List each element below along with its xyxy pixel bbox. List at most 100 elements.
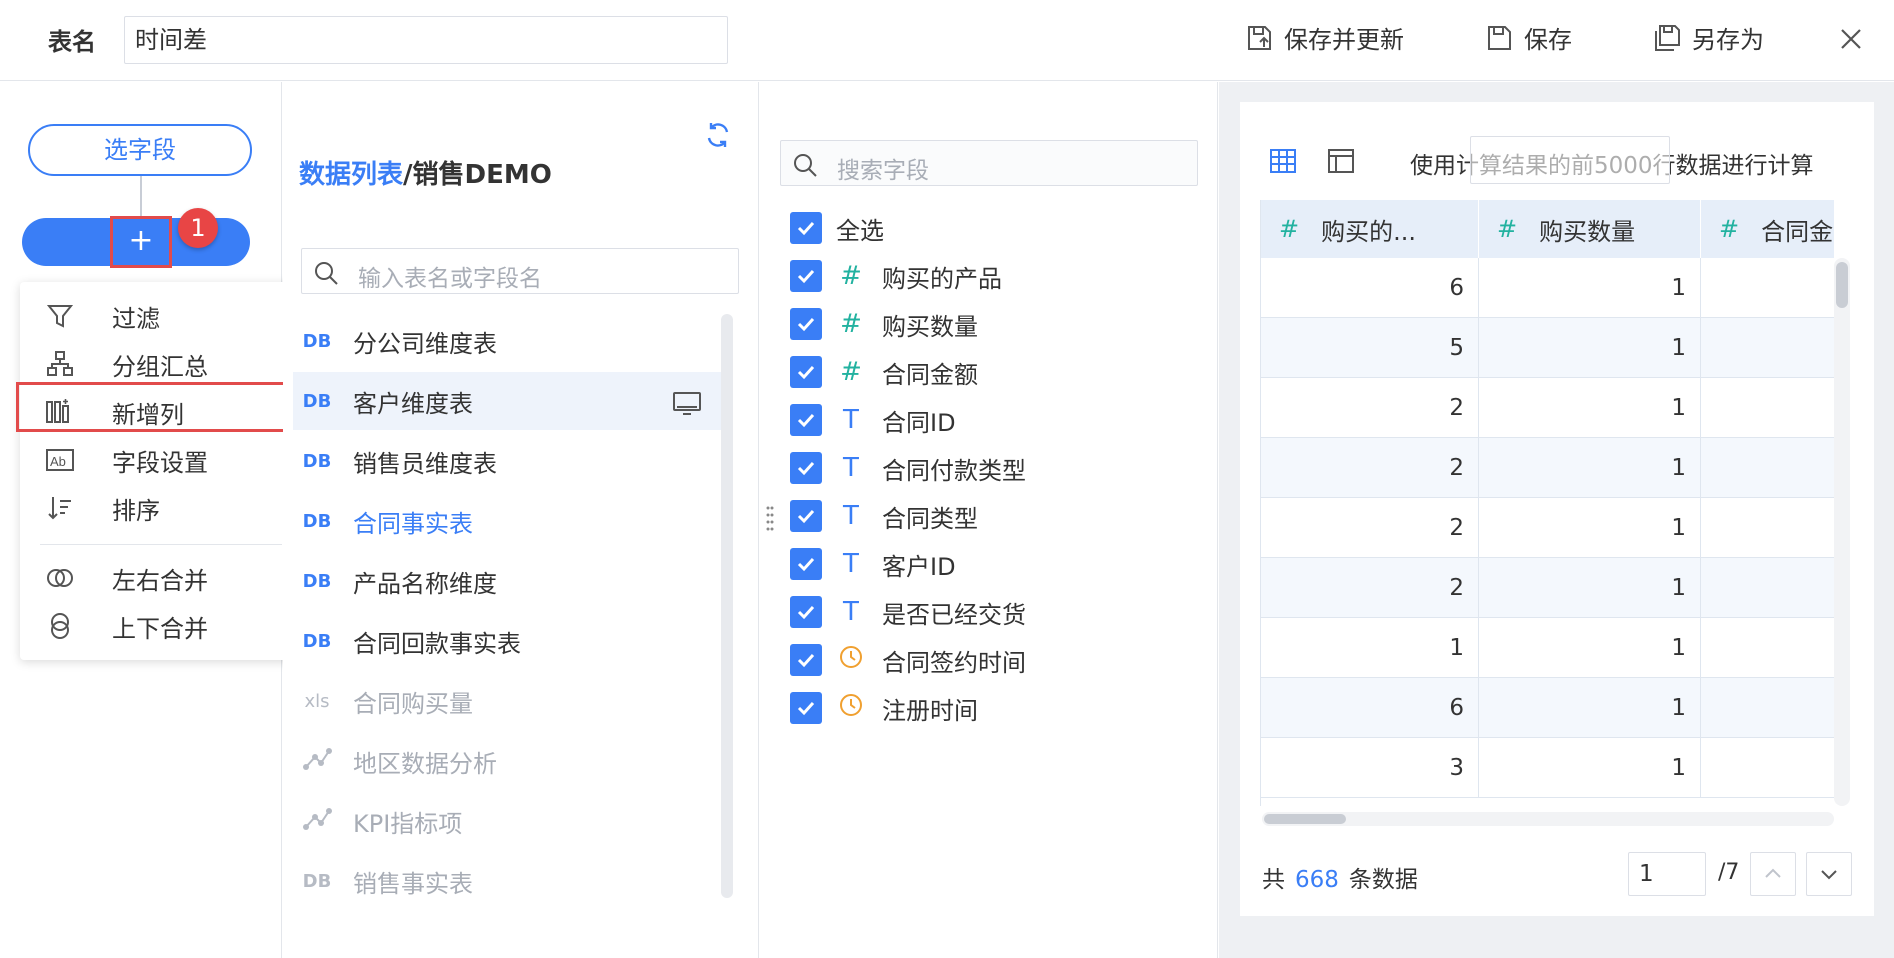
field-label: 购买数量 xyxy=(882,312,978,341)
table-item[interactable]: DB 产品名称维度 xyxy=(293,552,725,610)
field-row[interactable]: T 是否已经交货 xyxy=(790,592,1026,632)
group-icon xyxy=(47,351,73,376)
field-row[interactable]: # 合同金额 xyxy=(790,352,978,392)
grid-view-icon[interactable] xyxy=(1268,146,1298,176)
monitor-icon[interactable] xyxy=(671,388,703,420)
table-item[interactable]: DB 分公司维度表 xyxy=(293,312,725,370)
table-item-active[interactable]: DB 合同事实表 xyxy=(293,492,725,550)
table-cell: 1 xyxy=(1479,678,1701,738)
menu-item-label: 上下合并 xyxy=(112,614,208,643)
table-item-label: 合同购买量 xyxy=(353,689,473,718)
table-item-label: 产品名称维度 xyxy=(353,569,497,598)
field-row[interactable]: T 合同ID xyxy=(790,400,956,440)
save-button[interactable]: 保存 xyxy=(1484,20,1572,55)
column-header[interactable]: # 合同金额 xyxy=(1701,200,1834,258)
menu-item-horizontal-merge[interactable]: 左右合并 xyxy=(20,554,302,602)
next-page-button[interactable] xyxy=(1806,852,1852,896)
table-cell: 2 xyxy=(1261,558,1479,618)
menu-item-group-summary[interactable]: 分组汇总 xyxy=(20,340,302,388)
checkbox-checked-icon xyxy=(790,548,822,580)
table-item[interactable]: DB 销售事实表 xyxy=(293,852,725,910)
menu-item-label: 过滤 xyxy=(112,304,160,333)
table-cell: 6 xyxy=(1261,258,1479,318)
menu-item-filter[interactable]: 过滤 xyxy=(20,292,302,340)
field-label: 合同签约时间 xyxy=(882,648,1026,677)
row-count-value: 668 xyxy=(1295,867,1339,893)
pick-fields-node[interactable]: 选字段 xyxy=(28,124,252,176)
horizontal-scrollbar[interactable] xyxy=(1264,814,1346,824)
save-as-label: 另存为 xyxy=(1692,26,1764,54)
field-row[interactable]: 合同签约时间 xyxy=(790,640,1026,680)
table-item[interactable]: KPI指标项 xyxy=(293,792,725,850)
field-label: 合同付款类型 xyxy=(882,456,1026,485)
table-cell: 5 xyxy=(1261,318,1479,378)
table-item[interactable]: xls 合同购买量 xyxy=(293,672,725,730)
horizontal-merge-icon xyxy=(47,569,73,587)
save-and-update-button[interactable]: 保存并更新 xyxy=(1244,20,1404,55)
table-cell xyxy=(1701,498,1834,558)
field-row[interactable]: T 客户ID xyxy=(790,544,956,584)
search-icon xyxy=(315,262,338,285)
text-type-icon: T xyxy=(843,405,859,435)
table-item[interactable]: DB 合同回款事实表 xyxy=(293,612,725,670)
close-icon[interactable] xyxy=(1836,24,1866,54)
db-icon: DB xyxy=(302,510,332,532)
menu-item-field-settings[interactable]: Ab 字段设置 xyxy=(20,436,302,484)
top-bar: 表名 时间差 保存并更新 保存 另存为 xyxy=(0,0,1894,81)
checkbox-checked-icon xyxy=(790,596,822,628)
analysis-graph-icon xyxy=(295,746,339,777)
layout-view-icon[interactable] xyxy=(1326,146,1356,176)
table-cell: 1 xyxy=(1479,558,1701,618)
save-label: 保存 xyxy=(1524,26,1572,54)
vertical-scrollbar[interactable] xyxy=(1836,262,1848,308)
number-type-icon: # xyxy=(840,261,862,291)
field-row[interactable]: # 购买的产品 xyxy=(790,256,1002,296)
select-all-checkbox[interactable]: 全选 xyxy=(790,208,884,248)
add-step-button[interactable]: + xyxy=(110,216,172,268)
page-total: /7 xyxy=(1718,860,1740,885)
vertical-scroll-track xyxy=(1834,258,1850,806)
checkbox-checked-icon xyxy=(790,356,822,388)
save-and-update-label: 保存并更新 xyxy=(1284,26,1404,54)
row-count-prefix: 共 xyxy=(1262,867,1285,893)
save-as-button[interactable]: 另存为 xyxy=(1652,20,1764,55)
field-label: 注册时间 xyxy=(882,696,978,725)
table-cell xyxy=(1701,438,1834,498)
column-header[interactable]: # 购买的... xyxy=(1261,200,1479,258)
text-type-icon: T xyxy=(843,501,859,531)
page-number-input[interactable]: 1 xyxy=(1628,852,1706,896)
field-row[interactable]: 注册时间 xyxy=(790,688,978,728)
table-item[interactable]: DB 客户维度表 xyxy=(293,372,725,430)
checkbox-checked-icon xyxy=(790,404,822,436)
chevron-up-icon xyxy=(1765,868,1781,878)
field-row[interactable]: # 购买数量 xyxy=(790,304,978,344)
menu-item-vertical-merge[interactable]: 上下合并 xyxy=(20,602,302,650)
preview-table: #购买的... #购买数量 #合同金额 615121212121116131 xyxy=(1260,200,1834,806)
row-count: 共 668 条数据 xyxy=(1262,860,1418,894)
table-item[interactable]: 地区数据分析 xyxy=(293,732,725,790)
table-search-input[interactable]: 输入表名或字段名 xyxy=(301,248,739,294)
field-search-input[interactable]: 搜索字段 xyxy=(780,140,1198,186)
table-cell xyxy=(1701,258,1834,318)
breadcrumb-root[interactable]: 数据列表 xyxy=(299,160,403,190)
db-icon: DB xyxy=(302,870,332,892)
menu-item-sort[interactable]: 排序 xyxy=(20,484,302,532)
excel-icon: xls xyxy=(304,690,330,712)
breadcrumb-separator: / xyxy=(403,160,413,190)
table-cell: 1 xyxy=(1479,618,1701,678)
calc-rows-input[interactable] xyxy=(1470,136,1670,184)
resize-grip-icon[interactable] xyxy=(765,504,775,534)
db-icon: DB xyxy=(302,390,332,412)
field-row[interactable]: T 合同类型 xyxy=(790,496,978,536)
column-header-label: 合同金额 xyxy=(1761,217,1834,246)
table-cell: 1 xyxy=(1261,618,1479,678)
field-row[interactable]: T 合同付款类型 xyxy=(790,448,1026,488)
column-header[interactable]: # 购买数量 xyxy=(1479,200,1701,258)
prev-page-button[interactable] xyxy=(1750,852,1796,896)
table-item[interactable]: DB 销售员维度表 xyxy=(293,432,725,490)
table-list-scrollbar[interactable] xyxy=(721,314,733,898)
filter-icon xyxy=(46,305,74,328)
table-name-input[interactable]: 时间差 xyxy=(124,16,728,64)
table-cell xyxy=(1701,618,1834,678)
refresh-icon[interactable] xyxy=(703,120,733,150)
